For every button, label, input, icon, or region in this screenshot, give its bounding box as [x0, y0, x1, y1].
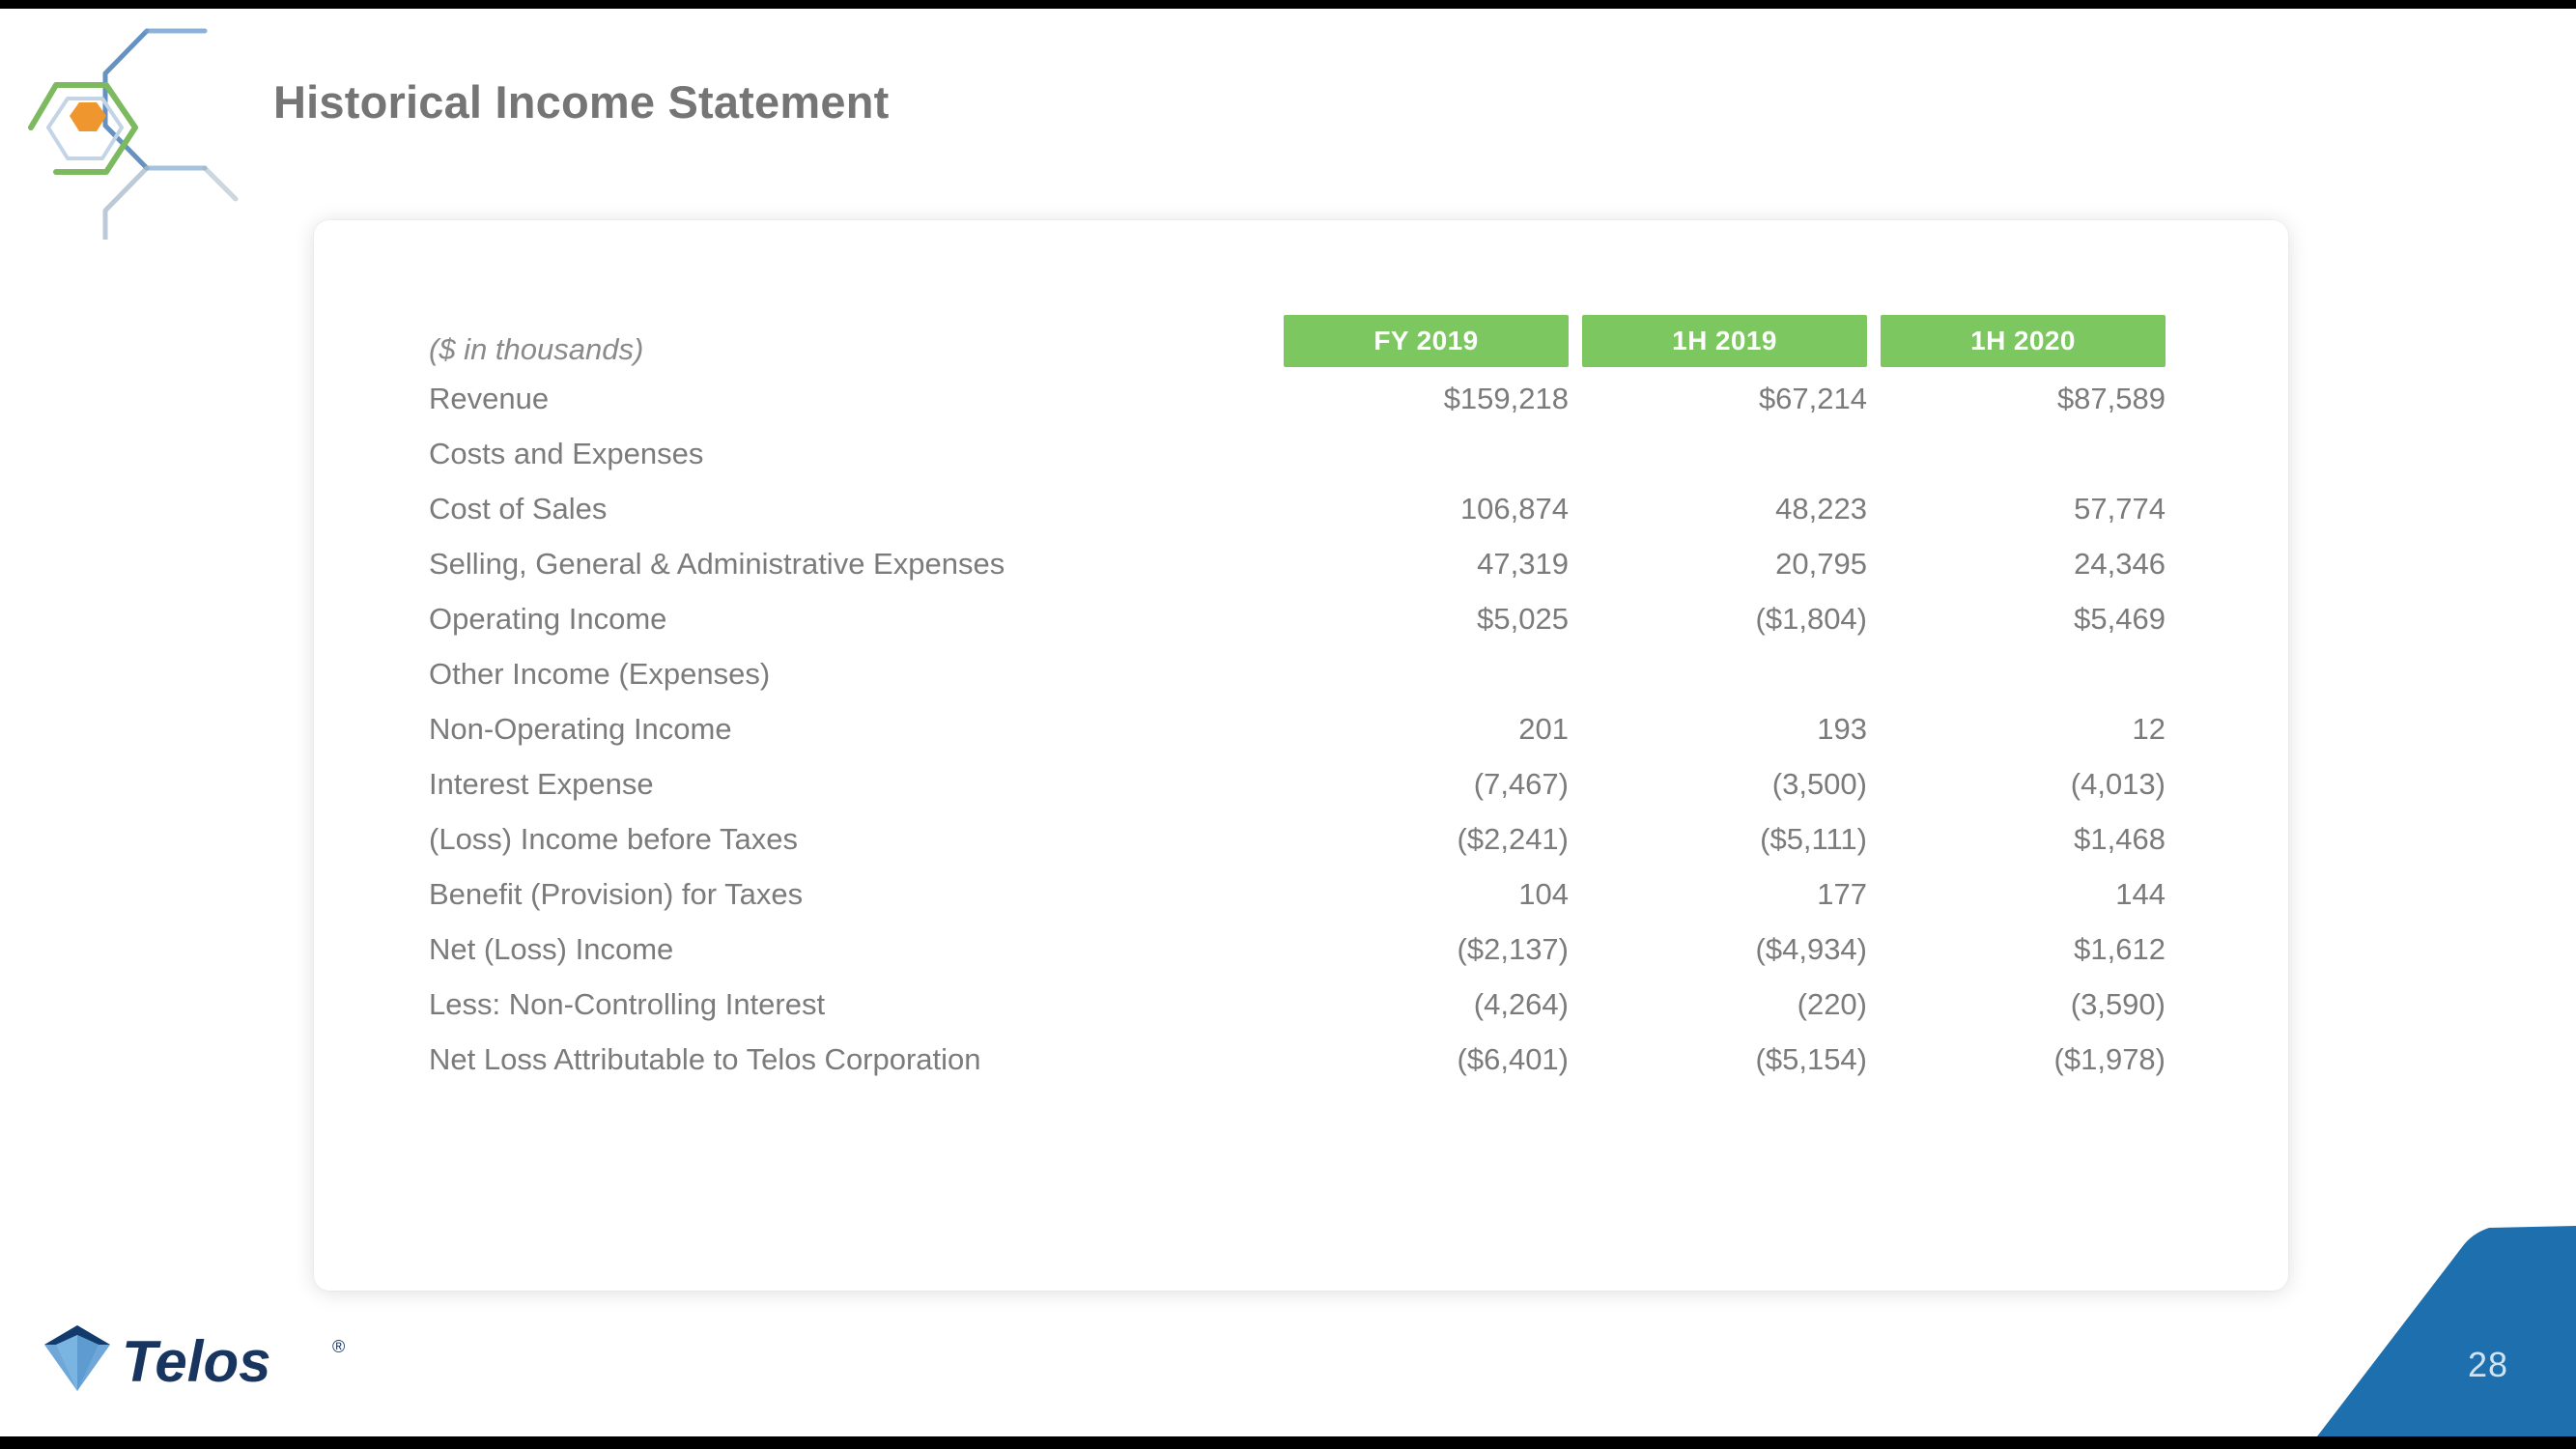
table-row: Cost of Sales 106,874 48,223 57,774 — [429, 481, 2179, 536]
row-value-1h2020 — [1881, 426, 2179, 481]
row-value-fy2019: ($6,401) — [1457, 1041, 1569, 1076]
diamond-gem-icon — [44, 1325, 110, 1391]
row-value-fy2019: 104 — [1518, 876, 1569, 911]
row-value-fy2019: ($2,241) — [1457, 821, 1569, 856]
income-statement-card: ($ in thousands) FY 2019 1H 2019 1H 2020… — [314, 220, 2288, 1291]
row-label: Revenue — [429, 381, 550, 415]
row-value-1h2019: (3,500) — [1771, 766, 1867, 801]
row-label: Net Loss Attributable to Telos Corporati… — [429, 1041, 981, 1076]
row-value-fy2019: 201 — [1518, 711, 1569, 746]
row-value-fy2019: $159,218 — [1443, 381, 1569, 415]
row-label: Costs and Expenses — [429, 436, 704, 470]
page-title: Historical Income Statement — [273, 76, 890, 128]
row-value-1h2019: $67,214 — [1758, 381, 1867, 415]
telos-brand-logo: Telos ® — [41, 1321, 359, 1397]
row-value-fy2019: $5,025 — [1477, 601, 1569, 636]
row-label: Non-Operating Income — [429, 711, 732, 746]
table-body: ($ in thousands) FY 2019 1H 2019 1H 2020… — [429, 296, 2179, 1087]
row-value-fy2019 — [1284, 646, 1582, 701]
table-row: Benefit (Provision) for Taxes 104 177 14… — [429, 867, 2179, 922]
row-value-fy2019 — [1284, 426, 1582, 481]
row-label: Cost of Sales — [429, 491, 608, 526]
row-value-fy2019: 47,319 — [1477, 546, 1569, 581]
row-label: Net (Loss) Income — [429, 931, 674, 966]
top-letterbox-bar — [0, 0, 2576, 9]
column-header-cell-0: FY 2019 — [1284, 296, 1582, 371]
table-row: Net (Loss) Income ($2,137) ($4,934) $1,6… — [429, 922, 2179, 977]
row-value-1h2019: 177 — [1817, 876, 1867, 911]
row-label: Operating Income — [429, 601, 667, 636]
row-value-fy2019: 106,874 — [1459, 491, 1569, 526]
table-row: Costs and Expenses — [429, 426, 2179, 481]
row-value-1h2020: $1,612 — [2074, 931, 2166, 966]
row-label: Other Income (Expenses) — [429, 656, 771, 691]
row-value-1h2019: 193 — [1817, 711, 1867, 746]
row-value-1h2020: 144 — [2115, 876, 2166, 911]
row-value-1h2020: $1,468 — [2074, 821, 2166, 856]
row-value-1h2019: ($4,934) — [1755, 931, 1867, 966]
row-value-1h2020: ($1,978) — [2053, 1041, 2166, 1076]
svg-text:®: ® — [332, 1337, 345, 1356]
table-row: Selling, General & Administrative Expens… — [429, 536, 2179, 591]
units-label-cell: ($ in thousands) — [429, 296, 1284, 371]
row-value-fy2019: (7,467) — [1473, 766, 1569, 801]
column-header-badge-fy2019: FY 2019 — [1284, 315, 1569, 367]
row-value-fy2019: (4,264) — [1473, 986, 1569, 1021]
table-row: Less: Non-Controlling Interest (4,264) (… — [429, 977, 2179, 1032]
column-header-cell-1: 1H 2019 — [1582, 296, 1881, 371]
row-value-1h2020: $5,469 — [2074, 601, 2166, 636]
row-value-1h2020: (3,590) — [2070, 986, 2166, 1021]
slide-canvas: Historical Income Statement ($ in thousa… — [0, 0, 2576, 1449]
table-row: Interest Expense (7,467) (3,500) (4,013) — [429, 756, 2179, 811]
row-value-1h2019: ($5,111) — [1760, 821, 1867, 856]
bottom-letterbox-bar — [0, 1436, 2576, 1449]
row-value-1h2019: 20,795 — [1775, 546, 1867, 581]
income-statement-table: ($ in thousands) FY 2019 1H 2019 1H 2020… — [429, 296, 2179, 1087]
column-header-badge-1h2020: 1H 2020 — [1881, 315, 2166, 367]
table-header-row: ($ in thousands) FY 2019 1H 2019 1H 2020 — [429, 296, 2179, 371]
row-label: Selling, General & Administrative Expens… — [429, 546, 1005, 581]
table-row: Other Income (Expenses) — [429, 646, 2179, 701]
row-value-1h2020: 57,774 — [2074, 491, 2166, 526]
page-number: 28 — [2467, 1345, 2508, 1384]
row-value-1h2019: 48,223 — [1775, 491, 1867, 526]
units-label: ($ in thousands) — [429, 332, 644, 366]
row-value-1h2019: (220) — [1797, 986, 1867, 1021]
row-value-1h2019 — [1582, 646, 1881, 701]
row-value-1h2020: 24,346 — [2074, 546, 2166, 581]
table-row: Operating Income $5,025 ($1,804) $5,469 — [429, 591, 2179, 646]
table-row: Net Loss Attributable to Telos Corporati… — [429, 1032, 2179, 1087]
row-label: (Loss) Income before Taxes — [429, 821, 798, 856]
page-number-corner — [2317, 1226, 2576, 1436]
row-value-1h2020: (4,013) — [2070, 766, 2166, 801]
row-value-1h2020 — [1881, 646, 2179, 701]
row-value-1h2020: 12 — [2132, 711, 2166, 746]
row-label: Interest Expense — [429, 766, 654, 801]
column-header-badge-1h2019: 1H 2019 — [1582, 315, 1867, 367]
row-value-1h2019: ($5,154) — [1755, 1041, 1867, 1076]
table-row: (Loss) Income before Taxes ($2,241) ($5,… — [429, 811, 2179, 867]
row-label: Benefit (Provision) for Taxes — [429, 876, 804, 911]
table-row: Revenue $159,218 $67,214 $87,589 — [429, 371, 2179, 426]
row-value-1h2020: $87,589 — [2056, 381, 2166, 415]
row-value-1h2019 — [1582, 426, 1881, 481]
table-row: Non-Operating Income 201 193 12 — [429, 701, 2179, 756]
row-label: Less: Non-Controlling Interest — [429, 986, 826, 1021]
row-value-fy2019: ($2,137) — [1457, 931, 1569, 966]
hexagon-network-logo-icon — [6, 8, 249, 240]
column-header-cell-2: 1H 2020 — [1881, 296, 2179, 371]
row-value-1h2019: ($1,804) — [1755, 601, 1867, 636]
telos-wordmark: Telos — [122, 1329, 270, 1394]
